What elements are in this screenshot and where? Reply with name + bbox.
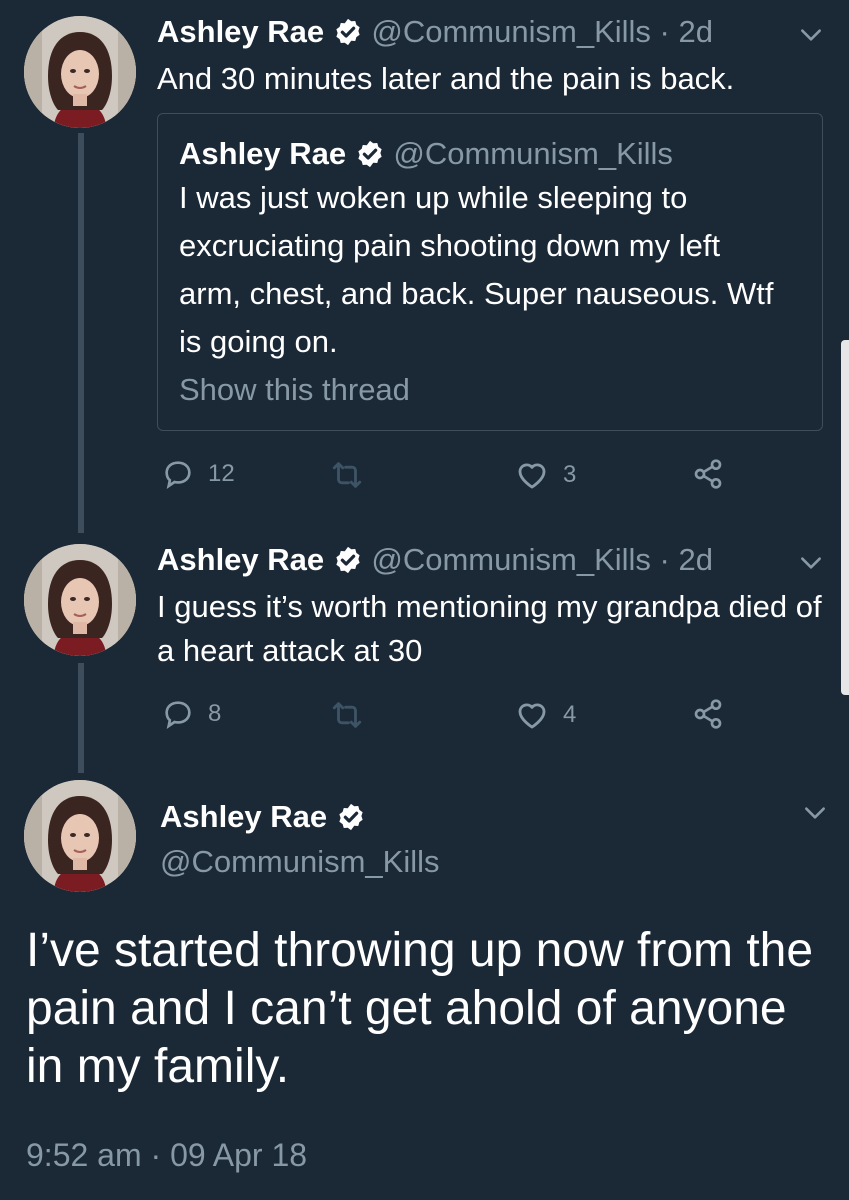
display-name[interactable]: Ashley Rae xyxy=(157,14,324,49)
handle[interactable]: @Communism_Kills xyxy=(371,542,651,577)
heart-icon xyxy=(515,698,549,732)
main-tweet-text: I’ve started throwing up now from the pa… xyxy=(26,924,814,1093)
retweet-icon xyxy=(330,458,364,492)
show-thread-link[interactable]: Show this thread xyxy=(179,368,410,412)
main-tweet-name-row: Ashley Rae xyxy=(160,797,366,835)
tweet-text: And 30 minutes later and the pain is bac… xyxy=(157,61,735,96)
display-name: Ashley Rae xyxy=(179,135,347,171)
share-icon xyxy=(692,458,724,490)
separator: · xyxy=(659,13,670,49)
share-button[interactable] xyxy=(692,698,724,730)
tweet-text: I guess it’s worth mentioning my grandpa… xyxy=(157,589,822,668)
avatar[interactable] xyxy=(24,16,136,128)
retweet-button[interactable] xyxy=(330,458,364,492)
tweet-header: Ashley Rae @Communism_Kills · 2d xyxy=(157,540,713,578)
share-icon xyxy=(692,698,724,730)
reply-button[interactable]: 8 xyxy=(162,698,221,730)
heart-icon xyxy=(515,458,549,492)
tweet-header: Ashley Rae @Communism_Kills · 2d xyxy=(157,12,713,50)
separator: · xyxy=(659,541,670,577)
thread-line xyxy=(78,663,84,773)
main-tweet-timestamp: 9:52 am · 09 Apr 18 xyxy=(26,1137,308,1173)
like-button[interactable]: 4 xyxy=(515,698,576,732)
verified-badge-icon xyxy=(336,802,366,832)
reply-button[interactable]: 12 xyxy=(162,458,235,490)
reply-count: 8 xyxy=(208,700,222,727)
handle[interactable]: @Communism_Kills xyxy=(160,842,440,882)
handle: @Communism_Kills xyxy=(393,135,673,171)
timestamp[interactable]: 2d xyxy=(678,14,712,49)
chevron-down-icon[interactable] xyxy=(798,22,824,48)
chevron-down-icon[interactable] xyxy=(798,550,824,576)
quote-header: Ashley Rae @Communism_Kills xyxy=(179,134,673,172)
thread-line xyxy=(78,133,84,533)
retweet-icon xyxy=(330,698,364,732)
quote-text: I was just woken up while sleeping to ex… xyxy=(179,180,774,359)
handle[interactable]: @Communism_Kills xyxy=(371,14,651,49)
avatar[interactable] xyxy=(24,780,136,892)
scrollbar[interactable] xyxy=(841,340,849,695)
like-count: 3 xyxy=(563,461,577,488)
display-name[interactable]: Ashley Rae xyxy=(157,542,324,577)
reply-icon xyxy=(162,698,194,730)
quoted-tweet[interactable]: Ashley Rae @Communism_Kills I was just w… xyxy=(157,113,823,431)
like-button[interactable]: 3 xyxy=(515,458,576,492)
share-button[interactable] xyxy=(692,458,724,490)
verified-badge-icon xyxy=(333,17,363,47)
like-count: 4 xyxy=(563,701,577,728)
reply-count: 12 xyxy=(208,460,235,487)
chevron-down-icon[interactable] xyxy=(802,800,828,826)
reply-icon xyxy=(162,458,194,490)
verified-badge-icon xyxy=(355,139,385,169)
verified-badge-icon xyxy=(333,545,363,575)
avatar[interactable] xyxy=(24,544,136,656)
display-name[interactable]: Ashley Rae xyxy=(160,799,327,834)
timestamp[interactable]: 2d xyxy=(678,542,712,577)
retweet-button[interactable] xyxy=(330,698,364,732)
